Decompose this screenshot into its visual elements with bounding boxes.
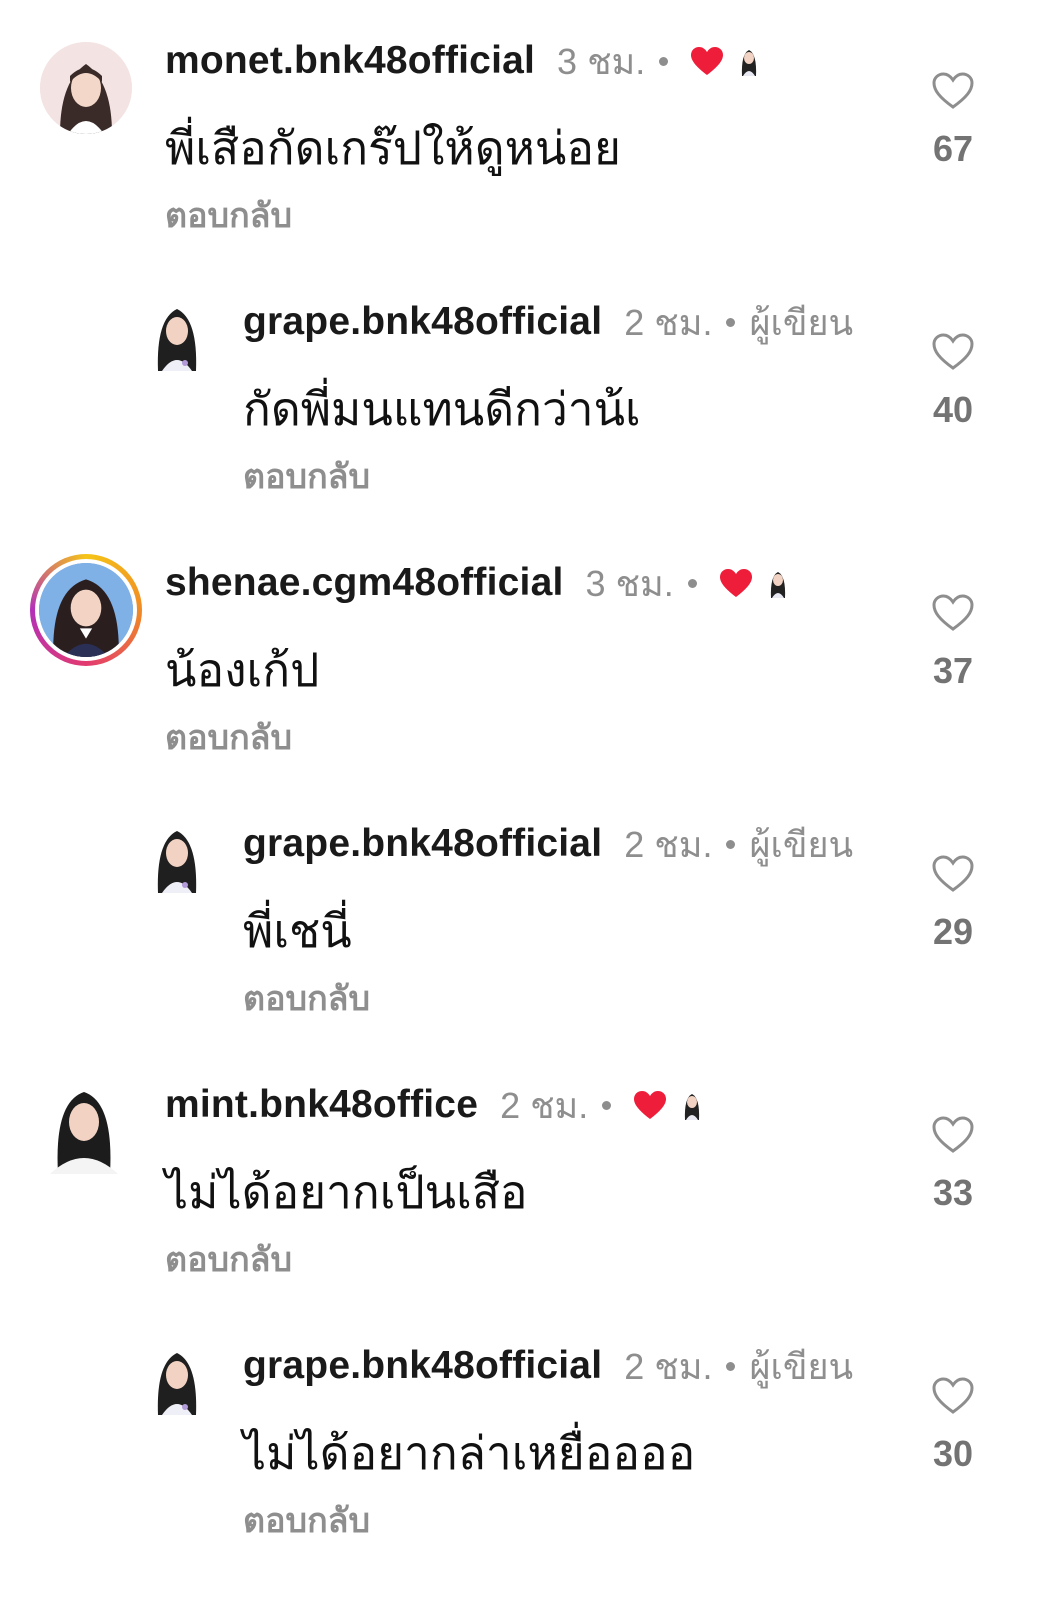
reply-button[interactable]: ตอบกลับ [243,449,370,503]
creator-mini-avatar-icon [681,1090,703,1120]
like-heart-icon[interactable] [932,72,974,110]
author-badge: ผู้เขียน [749,301,854,343]
like-heart-icon[interactable] [932,594,974,632]
creator-liked-heart-icon [690,46,724,76]
comment-item: grape.bnk48official 2 ชม. ผู้เขียน กัดพี… [0,261,1043,501]
like-count: 37 [932,650,974,691]
like-count: 30 [932,1433,974,1474]
comment-item: grape.bnk48official 2 ชม. ผู้เขียน พี่เช… [0,783,1043,1023]
comment-item: monet.bnk48official 3 ชม. พี่เสือกัดเกร๊… [0,0,1043,240]
username[interactable]: grape.bnk48official [243,822,602,866]
avatar[interactable] [40,42,132,134]
avatar[interactable] [152,823,202,893]
reply-button[interactable]: ตอบกลับ [165,1232,292,1286]
separator-dot [687,578,697,588]
username[interactable]: grape.bnk48official [243,1344,602,1388]
creator-liked-heart-icon [633,1090,667,1120]
profile-photo-icon [157,309,197,371]
like-heart-icon[interactable] [932,1116,974,1154]
comment-meta: grape.bnk48official 2 ชม. ผู้เขียน [243,821,853,867]
creator-liked-heart-icon [719,568,753,598]
avatar[interactable] [152,1345,202,1415]
timestamp: 2 ชม. [624,1345,713,1387]
separator-dot [659,56,669,66]
separator-dot [602,1100,612,1110]
like-heart-icon[interactable] [932,333,974,371]
comment-text: พี่เสือกัดเกร๊ปให้ดูหน่อย [165,122,621,174]
like-count: 29 [932,911,974,952]
comment-item: mint.bnk48office 2 ชม. ไม่ได้อยากเป็นเสื… [0,1044,1043,1284]
creator-mini-avatar-icon [767,568,789,598]
username[interactable]: monet.bnk48official [165,39,535,83]
avatar[interactable] [44,1084,124,1174]
username[interactable]: grape.bnk48official [243,300,602,344]
like-heart-icon[interactable] [932,1377,974,1415]
like-count: 40 [932,389,974,430]
reply-button[interactable]: ตอบกลับ [165,188,292,242]
comment-text: ไม่ได้อยากเป็นเสือ [165,1166,528,1218]
like-heart-icon[interactable] [932,855,974,893]
comment-text: น้องเก้ป [165,644,320,696]
avatar-story-ring[interactable] [30,554,142,666]
reply-button[interactable]: ตอบกลับ [165,710,292,764]
profile-photo-icon [157,831,197,893]
username[interactable]: mint.bnk48office [165,1083,478,1127]
username[interactable]: shenae.cgm48official [165,561,564,605]
separator-dot [726,839,736,849]
comment-meta: mint.bnk48office 2 ชม. [165,1082,703,1128]
timestamp: 2 ชม. [624,823,713,865]
author-badge: ผู้เขียน [749,823,854,865]
timestamp: 2 ชม. [624,301,713,343]
like-count: 33 [932,1172,974,1213]
creator-mini-avatar-icon [738,46,760,76]
avatar[interactable] [152,301,202,371]
timestamp: 2 ชม. [500,1084,589,1126]
timestamp: 3 ชม. [557,40,646,82]
timestamp: 3 ชม. [585,562,674,604]
comment-item: grape.bnk48official 2 ชม. ผู้เขียน ไม่ได… [0,1305,1043,1545]
reply-button[interactable]: ตอบกลับ [243,1493,370,1547]
separator-dot [726,317,736,327]
comment-meta: grape.bnk48official 2 ชม. ผู้เขียน [243,299,853,345]
comment-text: ไม่ได้อยากล่าเหยื่ออออ [243,1427,696,1479]
comment-meta: grape.bnk48official 2 ชม. ผู้เขียน [243,1343,853,1389]
profile-photo-icon [39,563,133,657]
profile-photo-icon [157,1353,197,1415]
author-badge: ผู้เขียน [749,1345,854,1387]
profile-photo-icon [40,42,132,134]
comment-text: พี่เชนี่ [243,905,352,957]
like-count: 67 [932,128,974,169]
separator-dot [726,1361,736,1371]
comment-item: shenae.cgm48official 3 ชม. น้องเก้ป ตอบก… [0,522,1043,762]
profile-photo-icon [50,1092,118,1174]
reply-button[interactable]: ตอบกลับ [243,971,370,1025]
comment-meta: shenae.cgm48official 3 ชม. [165,560,789,606]
comment-meta: monet.bnk48official 3 ชม. [165,38,760,84]
comment-text: กัดพี่มนแทนดีกว่าน้เ [243,383,641,435]
